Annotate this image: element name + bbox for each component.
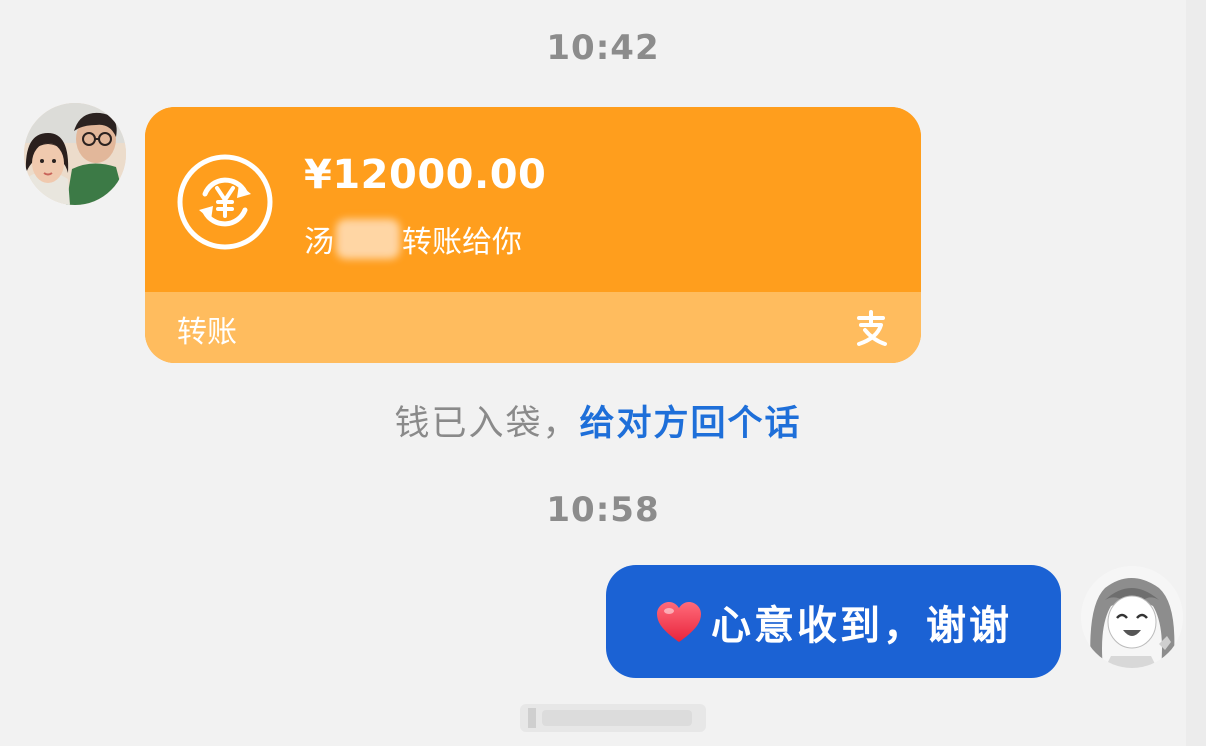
alipay-icon bbox=[857, 310, 887, 346]
sender-name-prefix: 汤 bbox=[304, 225, 334, 260]
timestamp: 10:58 bbox=[546, 490, 660, 530]
transfer-description: 汤 转账给你 bbox=[304, 217, 522, 261]
transfer-amount: ¥12000.00 bbox=[304, 152, 547, 198]
transfer-card-footer: 转账 bbox=[145, 292, 921, 363]
reply-prompt-link[interactable]: 给对方回个话 bbox=[580, 404, 802, 444]
transfer-label: 转账 bbox=[177, 315, 237, 350]
sender-avatar[interactable] bbox=[24, 103, 126, 205]
chat-window: 10:42 ¥12000.00 汤 转账给你 转账 钱已入袋，给对方回个话 10… bbox=[0, 0, 1206, 746]
reply-message-text: 心意收到，谢谢 bbox=[711, 602, 1012, 649]
reply-message-bubble[interactable]: 心意收到，谢谢 bbox=[606, 565, 1061, 678]
blurred-name bbox=[336, 219, 400, 259]
anime-girl-avatar-icon bbox=[1081, 566, 1183, 668]
yuan-exchange-icon bbox=[177, 154, 273, 250]
watermark-logo bbox=[520, 704, 706, 732]
scroll-edge bbox=[1186, 0, 1206, 746]
transfer-card[interactable]: ¥12000.00 汤 转账给你 转账 bbox=[145, 107, 921, 363]
couple-avatar-icon bbox=[24, 103, 126, 205]
system-message: 钱已入袋，给对方回个话 bbox=[0, 395, 1196, 446]
system-message-text: 钱已入袋， bbox=[394, 404, 580, 444]
transfer-card-body: ¥12000.00 汤 转账给你 bbox=[145, 107, 921, 292]
my-avatar[interactable] bbox=[1081, 566, 1183, 668]
transfer-description-text: 转账给你 bbox=[402, 225, 522, 260]
heart-icon bbox=[657, 601, 701, 642]
timestamp: 10:42 bbox=[546, 28, 660, 68]
